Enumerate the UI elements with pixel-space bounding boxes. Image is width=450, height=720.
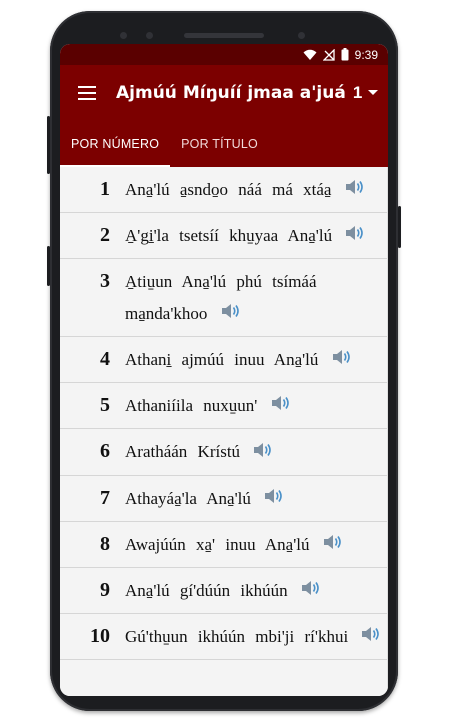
power-button [47,116,50,174]
clock: 9:39 [354,47,378,62]
item-number: 9 [100,578,110,601]
side-button [398,206,401,248]
list-item[interactable]: 10 Gú'thu̱un ikhúún mbi'ji rí'khui [60,614,388,660]
sensor-dot [120,32,127,39]
screen: 9:39 Ajmúú Míŋuíí jmaa a'juá 1 POR NÚMER… [60,44,388,696]
app-title: Ajmúú Míŋuíí jmaa a'juá [116,82,346,103]
item-text: Athayáa̱'la Ana̱'lú [125,476,388,521]
speaker-icon[interactable] [344,175,366,207]
speaker-icon[interactable] [263,484,285,516]
list-item[interactable]: 5 Athaniíila nuxu̱un' [60,383,388,430]
speaker-icon[interactable] [270,391,292,423]
item-text: Ana̱'lú a̱sndo̱o náá má xtáa̱ [125,167,388,212]
earpiece [184,33,264,38]
list-item[interactable]: 9 Ana̱'lú gí'dúún ikhúún [60,568,388,614]
book-number: 1 [352,82,363,102]
item-number: 8 [100,532,110,555]
item-number: 10 [90,624,110,647]
phone-frame: 9:39 Ajmúú Míŋuíí jmaa a'juá 1 POR NÚMER… [47,11,401,711]
volume-button [47,246,50,286]
tab-por-titulo[interactable]: POR TÍTULO [170,120,269,167]
list-item[interactable]: 7 Athayáa̱'la Ana̱'lú [60,476,388,522]
item-title: Athayáa̱'la Ana̱'lú [125,488,251,508]
list-item[interactable]: 2 A̱'gi̱'la tsetsíí khu̱yaa Ana̱'lú [60,213,388,260]
list-item[interactable]: 4 Athani̱ ajmúú inuu Ana̱'lú [60,337,388,384]
item-number: 1 [100,178,110,200]
dropdown-caret-icon [368,90,379,95]
list-item[interactable]: 6 Aratháán Krístú [60,429,388,476]
phone-top-bezel [50,25,398,45]
wifi-icon [303,49,317,61]
item-title: Awajúún xa̱' inuu Ana̱'lú [125,534,310,554]
speaker-icon[interactable] [344,221,366,253]
item-title: A̱'gi̱'la tsetsíí khu̱yaa Ana̱'lú [125,226,333,246]
item-text: Athani̱ ajmúú inuu Ana̱'lú [125,337,388,382]
speaker-icon[interactable] [252,438,274,470]
camera-dot [298,32,305,39]
status-bar: 9:39 [60,44,388,65]
item-text: Ana̱'lú gí'dúún ikhúún [125,568,388,613]
no-signal-icon [322,48,335,61]
item-number: 6 [100,440,110,463]
item-number: 5 [100,394,110,417]
speaker-icon[interactable] [300,576,322,608]
item-text: Gú'thu̱un ikhúún mbi'ji rí'khui [125,614,388,659]
hamburger-icon[interactable] [78,85,96,100]
list-item[interactable]: 1 Ana̱'lú a̱sndo̱o náá má xtáa̱ [60,167,388,214]
battery-icon [341,48,349,61]
tab-bar: POR NÚMERO POR TÍTULO [60,120,388,167]
tab-por-numero[interactable]: POR NÚMERO [60,120,171,167]
item-text: Awajúún xa̱' inuu Ana̱'lú [125,522,388,567]
item-text: A̱tiu̱un Ana̱'lú phú tsímáá ma̱nda'khoo [125,259,388,336]
book-dropdown[interactable]: 1 [352,82,379,103]
list-item[interactable]: 3 A̱tiu̱un Ana̱'lú phú tsímáá ma̱nda'khoo [60,259,388,338]
speaker-icon[interactable] [360,622,382,654]
speaker-icon[interactable] [322,530,344,562]
item-number: 7 [100,486,110,509]
item-number: 3 [100,270,110,293]
app-bar: Ajmúú Míŋuíí jmaa a'juá 1 [60,65,388,120]
sensor-dot [146,32,153,39]
list-item[interactable]: 8 Awajúún xa̱' inuu Ana̱'lú [60,522,388,568]
speaker-icon[interactable] [220,299,242,331]
item-title: Ana̱'lú gí'dúún ikhúún [125,580,288,600]
item-title: Ana̱'lú a̱sndo̱o náá má xtáa̱ [125,180,332,199]
item-number: 4 [100,348,110,371]
item-text: Athaniíila nuxu̱un' [125,383,388,428]
hymn-list[interactable]: 1 Ana̱'lú a̱sndo̱o náá má xtáa̱ 2 A̱'gi̱'l… [60,167,388,696]
item-title: Aratháán Krístú [125,442,241,462]
item-text: Aratháán Krístú [125,429,388,474]
item-title: Athaniíila nuxu̱un' [125,396,258,416]
scroll-edge [387,167,388,696]
item-title: Athani̱ ajmúú inuu Ana̱'lú [125,350,319,370]
item-title: Gú'thu̱un ikhúún mbi'ji rí'khui [125,626,349,646]
speaker-icon[interactable] [331,345,353,377]
item-number: 2 [100,224,110,247]
item-text: A̱'gi̱'la tsetsíí khu̱yaa Ana̱'lú [125,213,388,258]
